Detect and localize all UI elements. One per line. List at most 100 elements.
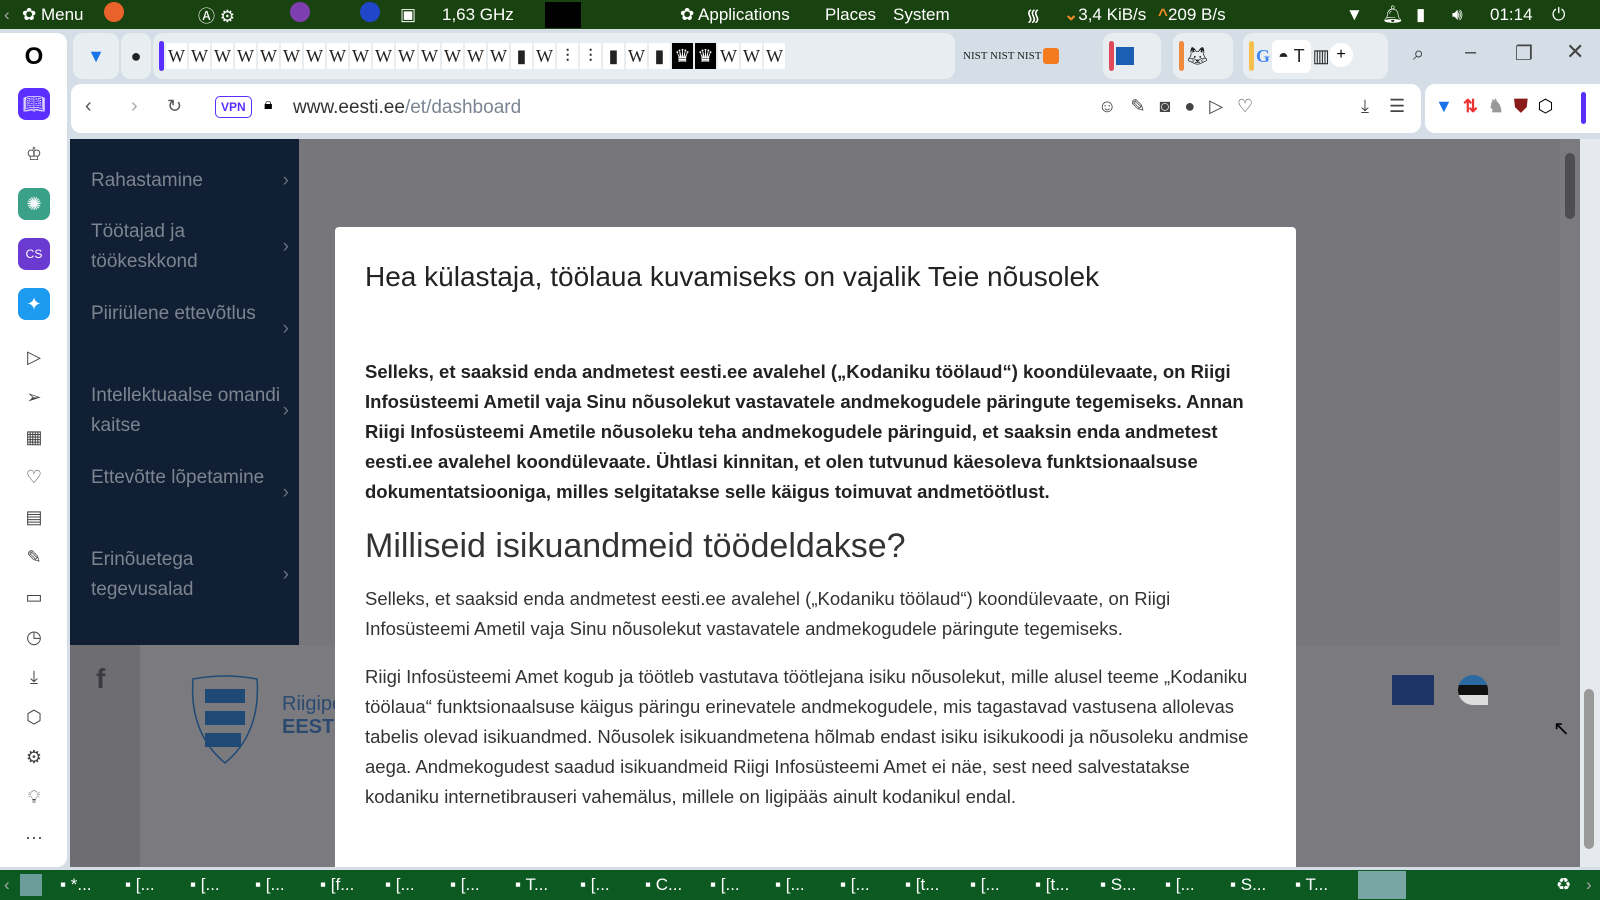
browser-scrollbar[interactable] (1580, 139, 1600, 867)
taskbar-window-button[interactable]: ▪ [... (710, 875, 740, 895)
twitter-icon[interactable]: ✦ (18, 288, 50, 320)
minimize-button[interactable]: – (1465, 41, 1476, 64)
taskbar-window-button[interactable]: ▪ [... (580, 875, 610, 895)
page-scrollbar[interactable] (1560, 139, 1580, 867)
taskbar-window-button[interactable]: ▪ S... (1100, 875, 1136, 895)
taskbar-window-button[interactable]: ▪ [... (775, 875, 805, 895)
tips-icon[interactable]: 💡︎ (18, 781, 50, 813)
taskbar-window-button[interactable]: ▪ [... (255, 875, 285, 895)
vpn-badge[interactable]: VPN (215, 96, 252, 118)
taskbar-window-button[interactable]: ▪ S... (1230, 875, 1266, 895)
reader-icon[interactable]: 📖︎ (18, 88, 50, 120)
taskbar-window-button[interactable]: ▪ [... (1165, 875, 1195, 895)
nav-item[interactable]: Erinõuetega tegevusalad › (91, 545, 289, 605)
close-button[interactable]: ✕ (1566, 39, 1584, 65)
github-tab[interactable]: ● (121, 33, 151, 79)
tab-group-3[interactable]: 🦊︎ (1173, 33, 1233, 79)
nav-item[interactable]: Piiriülene ettevõtlus › (91, 299, 289, 339)
taskbar-scroll-right[interactable]: › (1586, 875, 1592, 895)
side-navigation: Rahastamine › Töötajad ja töökeskkond › Pi… (70, 139, 299, 645)
pinned-tab-1[interactable]: ▼ (73, 33, 119, 79)
menu-button[interactable]: ✿ Menu (22, 5, 84, 25)
tabs-icon[interactable]: ▭ (18, 581, 50, 613)
player-icon[interactable]: ▷ (18, 341, 50, 373)
active-tab[interactable]: ◓ T (1272, 39, 1311, 73)
taskbar-window-button[interactable]: ▪ [t... (1035, 875, 1069, 895)
address-actions[interactable]: ☺✎◙●▷♡ (1098, 96, 1267, 117)
launcher-icon[interactable]: Ⓐ ⚙ (198, 2, 235, 27)
history-icon[interactable]: ◷ (18, 621, 50, 653)
active-window-button[interactable] (1358, 871, 1406, 899)
extension-icons[interactable]: ▼⇅♞⛊⬡ (1435, 96, 1563, 117)
clock[interactable]: 01:14 (1490, 5, 1533, 25)
scrollbar-thumb[interactable] (1565, 153, 1575, 219)
new-tab-button[interactable]: + (1329, 43, 1353, 67)
net-up: ^209 B/s (1158, 4, 1226, 24)
apps-icon[interactable]: ▦ (18, 421, 50, 453)
applications-menu[interactable]: ✿ Applications (680, 5, 790, 25)
nav-item[interactable]: Intellektuaalse omandi kaitse › (91, 381, 289, 441)
news-icon[interactable]: ▤ (18, 501, 50, 533)
taskbar-window-button[interactable]: ▪ T... (1295, 875, 1328, 895)
send-icon[interactable]: ➢ (18, 381, 50, 413)
heart-icon[interactable]: ♡ (18, 461, 50, 493)
battery-icon[interactable]: ▮ (1416, 5, 1425, 25)
chatgpt-icon[interactable]: ✺ (18, 188, 50, 220)
terminal-icon[interactable]: ▣ (400, 5, 416, 25)
trash-icon[interactable]: ♻ (1556, 875, 1571, 895)
power-icon[interactable]: ⏻ (1552, 5, 1565, 25)
taskbar-window-button[interactable]: ▪ [... (385, 875, 415, 895)
nav-item[interactable]: Töötajad ja töökeskkond › (91, 217, 289, 277)
edit-icon[interactable]: ✎ (18, 541, 50, 573)
download-icon[interactable]: ⤓ (1361, 96, 1369, 117)
facebook-icon[interactable]: f (96, 663, 105, 695)
restore-button[interactable]: ❐ (1515, 41, 1533, 66)
paragraph: Riigi Infosüsteemi Amet kogub ja töötleb… (365, 666, 1249, 807)
lock-icon[interactable]: 🔒︎ (264, 96, 273, 114)
reload-button[interactable]: ↻ (167, 96, 182, 117)
show-desktop-button[interactable] (20, 874, 42, 896)
back-button[interactable]: ‹ (85, 95, 92, 118)
tor-icon[interactable] (290, 2, 310, 27)
taskbar-window-button[interactable]: ▪ [... (840, 875, 870, 895)
taskbar-window-button[interactable]: ▪ *... (60, 875, 92, 895)
opera-icon[interactable] (360, 2, 380, 27)
system-menu[interactable]: System (893, 5, 950, 25)
taskbar-window-button[interactable]: ▪ C... (645, 875, 682, 895)
taskbar-window-button[interactable]: ▪ T... (515, 875, 548, 895)
easy-setup-icon[interactable]: ☰ (1389, 96, 1405, 117)
tab-group-4[interactable]: G ◓ T ▥ (1243, 33, 1388, 79)
crown-icon[interactable]: ♔ (18, 138, 50, 170)
taskbar-window-button[interactable]: ▪ [... (125, 875, 155, 895)
tab-group-wikipedia[interactable]: W W W W W W W W W W W W W W W ▮ W ⫶ ⫶ ▮ W ▮ ♛ ♛ W W W (153, 33, 955, 79)
nist-tabs[interactable]: NIST NIST NIST (957, 33, 1097, 79)
cpu-freq: 1,63 GHz (442, 4, 514, 24)
notification-icon[interactable]: 🔔︎ (1382, 5, 1404, 25)
opera-logo-icon[interactable]: O (18, 41, 50, 73)
extensions-icon[interactable]: ⬡ (18, 701, 50, 733)
volume-icon[interactable]: 🔊︎ (1452, 5, 1463, 25)
net-down: ⌄3,4 KiB/s (1064, 4, 1147, 24)
url-field[interactable]: www.eesti.ee/et/dashboard (293, 97, 521, 119)
firefox-icon[interactable] (104, 2, 124, 27)
tab-group-2[interactable] (1103, 33, 1161, 79)
taskbar-window-button[interactable]: ▪ [t... (905, 875, 939, 895)
taskbar-window-button[interactable]: ▪ [f... (320, 875, 354, 895)
more-icon[interactable]: ··· (18, 821, 50, 853)
wifi-tray-icon[interactable]: ▼ (1346, 5, 1363, 25)
downloads-icon[interactable]: ⤓ (18, 661, 50, 693)
places-menu[interactable]: Places (825, 5, 876, 25)
search-tabs-icon[interactable]: ⌕ (1413, 43, 1424, 66)
taskbar-window-button[interactable]: ▪ [... (970, 875, 1000, 895)
cs-icon[interactable]: CS (18, 238, 50, 270)
forward-button[interactable]: › (131, 95, 138, 118)
taskbar-window-button[interactable]: ▪ [... (450, 875, 480, 895)
nav-item[interactable]: Ettevõtte lõpetamine › (91, 463, 289, 503)
wifi-icon: ᯾ (1026, 6, 1041, 25)
settings-icon[interactable]: ⚙ (18, 741, 50, 773)
mouse-cursor: ↖ (1553, 718, 1570, 740)
taskbar-window-button[interactable]: ▪ [... (190, 875, 220, 895)
nav-item[interactable]: Rahastamine › (91, 166, 289, 196)
panel-scroll-left[interactable]: ‹ (4, 5, 10, 25)
taskbar-scroll-left[interactable]: ‹ (4, 875, 10, 895)
